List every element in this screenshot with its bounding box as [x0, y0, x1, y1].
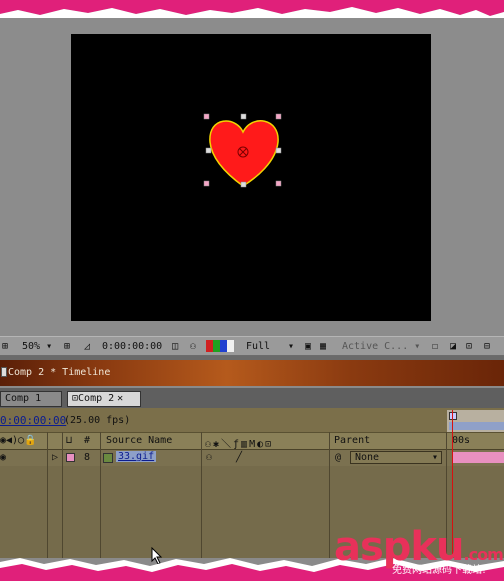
tab-close-icon[interactable]: ✕ [117, 393, 123, 404]
views-icon[interactable]: ☐ [432, 340, 438, 354]
toggle-rulers-icon[interactable]: ⊞ [2, 340, 12, 354]
layer-label-color[interactable] [66, 453, 75, 462]
resolution-value: Full [246, 341, 271, 352]
fast-preview-icon[interactable]: ⊡ [466, 340, 472, 354]
label-icon: ⊔ [66, 435, 73, 446]
expand-twirl-icon[interactable]: ▷ [52, 452, 58, 463]
parent-dropdown[interactable]: None ▾ [350, 451, 442, 464]
av-features-icons: ◉◀)◯🔒 [0, 435, 37, 446]
channel-icon[interactable] [206, 340, 236, 354]
zoom-dropdown[interactable]: 50% ▾ [22, 340, 52, 354]
video-toggle-icon[interactable]: ◉ [0, 452, 6, 463]
layer-number: 8 [84, 452, 91, 463]
footage-icon [103, 453, 113, 463]
source-name-header[interactable]: Source Name [106, 435, 172, 446]
switches-header-icons: ⚇✱＼ƒ▥M◐⊡ [205, 439, 274, 450]
work-area-bar[interactable] [449, 422, 504, 430]
layer-source-name[interactable]: 33.gif [116, 451, 157, 462]
zoom-value: 50% [22, 341, 41, 352]
column-divider [100, 432, 101, 558]
pixel-aspect-icon[interactable]: ◪ [450, 340, 456, 354]
tab-comp-1[interactable]: Comp 1 [0, 391, 62, 407]
layer-row[interactable]: ◉ ▷ 8 33.gif ⚇ ╱ @ None ▾ [0, 450, 504, 466]
column-divider [329, 432, 330, 558]
ruler-start-label: 00s [452, 435, 471, 446]
heart-layer[interactable] [198, 112, 290, 192]
column-divider [201, 432, 202, 558]
shy-switch-icon[interactable]: ⚇ [206, 452, 212, 463]
transparency-grid-icon[interactable]: ▦ [320, 340, 326, 354]
tab-label: Comp 2 [78, 393, 115, 404]
show-snapshot-icon[interactable]: ⚇ [190, 340, 196, 354]
mask-icon[interactable]: ◿ [84, 340, 90, 354]
time-navigator[interactable] [447, 410, 504, 432]
chevron-down-icon: ▾ [431, 452, 438, 463]
parent-value: None [355, 452, 380, 463]
current-time-field[interactable]: 0:00:00:00 [0, 414, 66, 427]
timeline-column-headers: ◉◀)◯🔒 ⊔ # Source Name ⚇✱＼ƒ▥M◐⊡ Parent 00… [0, 432, 504, 450]
tab-label: Comp 1 [5, 393, 42, 404]
camera-value: Active C... [342, 341, 409, 352]
viewer-toolbar: ⊞ 50% ▾ ⊞ ◿ 0:00:00:00 ◫ ⚇ Full ▾ ▣ ▦ Act… [0, 336, 504, 356]
layer-number-header[interactable]: # [84, 435, 90, 446]
column-divider [62, 432, 63, 558]
grid-icon[interactable]: ⊞ [64, 340, 70, 354]
frame-rate-label: (25.00 fps) [64, 415, 131, 426]
current-time-display[interactable]: 0:00:00:00 [102, 340, 162, 354]
work-area-start-icon[interactable] [449, 412, 457, 420]
tab-comp-2[interactable]: ⊡Comp 2 ✕ [67, 391, 141, 407]
camera-dropdown[interactable]: Active C... ▾ [342, 340, 426, 354]
region-of-interest-icon[interactable]: ▣ [305, 340, 311, 354]
flowchart-icon[interactable]: ⊟ [484, 340, 490, 354]
timeline-panel-icon [1, 367, 7, 377]
quality-switch-icon[interactable]: ╱ [236, 452, 242, 463]
snapshot-icon[interactable]: ◫ [172, 340, 178, 354]
watermark-tagline: 免费网站源码下载站! [392, 565, 487, 576]
column-divider [47, 432, 48, 558]
resolution-dropdown[interactable]: Full ▾ [246, 340, 298, 354]
pick-whip-icon[interactable]: @ [335, 452, 341, 463]
timeline-title: Comp 2 * Timeline [8, 367, 111, 378]
layer-duration-bar[interactable] [453, 452, 504, 463]
parent-header[interactable]: Parent [334, 435, 370, 446]
